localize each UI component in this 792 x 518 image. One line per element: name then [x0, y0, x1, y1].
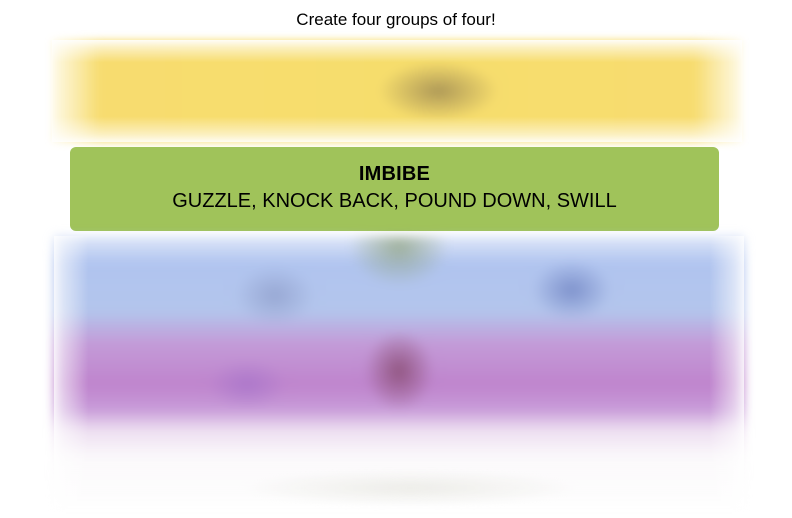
blurred-yellow-group-fade: [52, 40, 742, 142]
blurred-controls-area: [240, 470, 580, 506]
solved-group-green: IMBIBE GUZZLE, KNOCK BACK, POUND DOWN, S…: [70, 147, 719, 231]
solved-group-members: GUZZLE, KNOCK BACK, POUND DOWN, SWILL: [172, 190, 617, 212]
solved-group-category: IMBIBE: [358, 163, 431, 185]
instructions-text: Create four groups of four!: [296, 10, 496, 29]
blurred-blue-purple-groups-fade: [54, 236, 744, 506]
connections-game-board: Create four groups of four! IMBIBE GUZZL…: [0, 0, 792, 518]
